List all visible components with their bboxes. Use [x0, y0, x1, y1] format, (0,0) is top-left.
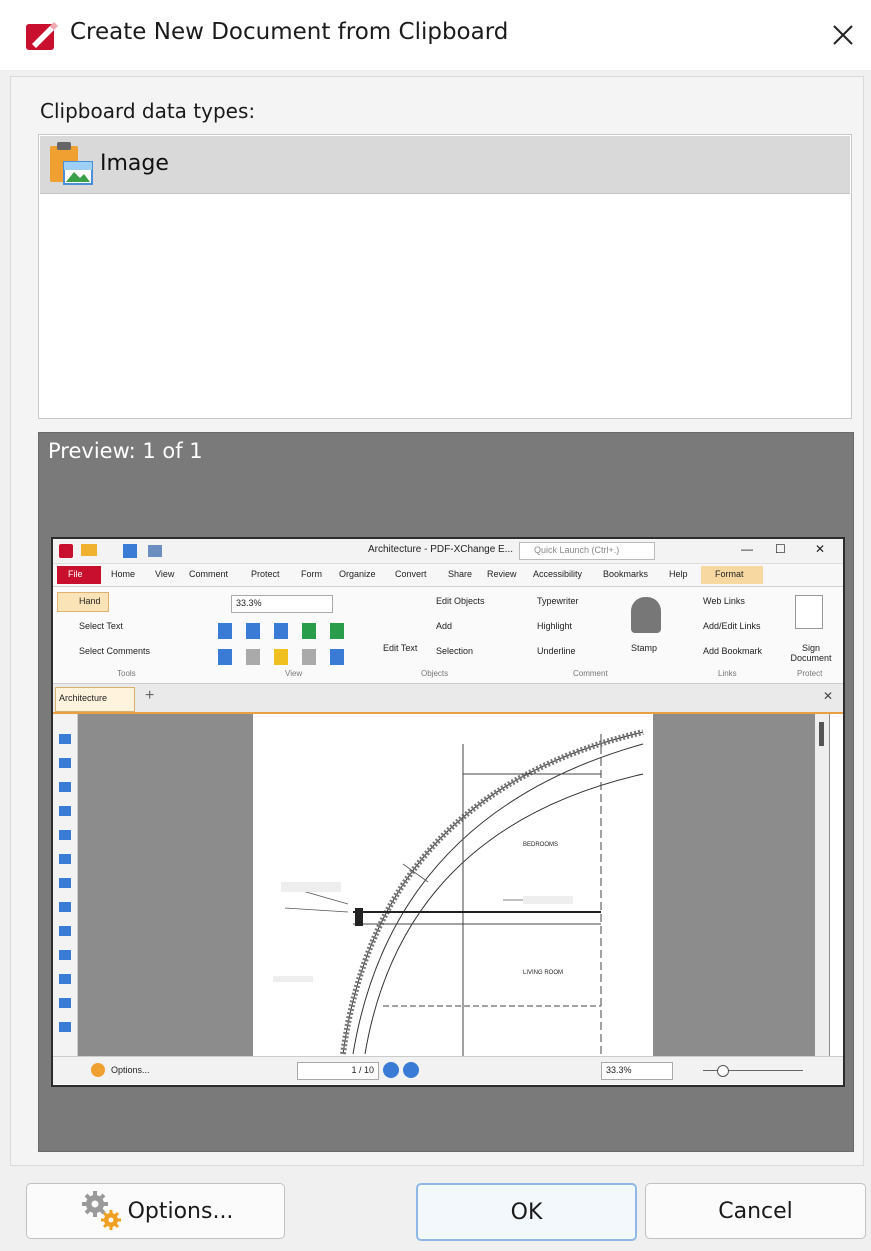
captured-status-bar: Options... 1 / 10 33.3%: [53, 1056, 843, 1084]
captured-highlight: Highlight: [537, 621, 573, 631]
captured-status-options: Options...: [111, 1065, 150, 1075]
captured-maximize-icon: ☐: [775, 542, 786, 556]
captured-zoom-box: 33.3%: [231, 595, 333, 613]
captured-tab-bookmarks: Bookmarks: [603, 569, 649, 579]
captured-app-title: Architecture - PDF-XChange E...: [368, 544, 514, 555]
captured-tab-file: File: [68, 569, 83, 579]
ok-button-label: OK: [510, 1199, 543, 1225]
captured-page: BEDROOMS LIVING ROOM: [253, 714, 653, 1056]
captured-group-objects: Objects: [421, 669, 449, 678]
captured-tab-home: Home: [111, 569, 136, 579]
captured-underline: Underline: [537, 646, 576, 656]
captured-left-icons: [59, 734, 71, 1034]
captured-tab-help: Help: [669, 569, 688, 579]
captured-app-icon: [59, 544, 73, 558]
captured-group-view: View: [285, 669, 303, 678]
window-title: Create New Document from Clipboard: [70, 19, 509, 45]
captured-label-bedrooms: BEDROOMS: [523, 842, 559, 848]
captured-stamp-icon: [631, 597, 661, 633]
captured-tab-protect: Protect: [251, 569, 280, 579]
captured-tool-select-text: Select Text: [79, 621, 123, 631]
captured-add: Add: [436, 621, 453, 631]
cancel-button[interactable]: Cancel: [645, 1183, 866, 1239]
captured-edit-objects: Edit Objects: [436, 596, 485, 606]
close-button[interactable]: [815, 10, 871, 60]
captured-close-icon: ✕: [815, 542, 826, 556]
captured-doc-tabs: Architecture + ✕: [53, 684, 843, 714]
captured-zoom-thumb: [717, 1065, 729, 1077]
captured-tab-accessibility: Accessibility: [533, 569, 583, 579]
captured-page-indicator: 1 / 10: [351, 1065, 374, 1075]
options-button-label: Options...: [127, 1198, 234, 1224]
captured-next-page-icon: [383, 1062, 399, 1078]
preview-label: Preview: 1 of 1: [48, 439, 203, 463]
captured-tab-organize: Organize: [339, 569, 376, 579]
captured-tab-convert: Convert: [395, 569, 427, 579]
captured-tab-share: Share: [448, 569, 473, 579]
captured-group-comment: Comment: [573, 669, 608, 678]
preview-panel: Preview: 1 of 1 Architecture - PDF-XChan…: [38, 432, 854, 1152]
captured-tool-hand: Hand: [79, 596, 101, 606]
captured-group-protect: Protect: [797, 669, 823, 678]
captured-titlebar: Architecture - PDF-XChange E... Quick La…: [53, 539, 843, 564]
captured-view-icons: [218, 623, 358, 639]
captured-selection: Selection: [436, 646, 474, 656]
captured-typewriter: Typewriter: [537, 596, 579, 606]
captured-folder-icon: [81, 544, 97, 556]
captured-sign-icon: [795, 595, 823, 629]
captured-tab-view: View: [155, 569, 175, 579]
captured-add-edit-links: Add/Edit Links: [703, 621, 761, 631]
clipboard-image-icon: [50, 142, 93, 185]
captured-group-links: Links: [718, 669, 737, 678]
captured-close-tab-icon: ✕: [823, 689, 834, 703]
captured-document-area: BEDROOMS LIVING ROOM: [78, 714, 830, 1056]
captured-save-icon: [123, 544, 137, 558]
captured-web-links: Web Links: [703, 596, 745, 606]
captured-tab-format: Format: [715, 569, 744, 579]
captured-stamp: Stamp: [631, 643, 658, 653]
list-item-label: Image: [100, 151, 169, 176]
captured-architecture-drawing: [273, 729, 644, 1056]
captured-options-icon: [91, 1063, 105, 1077]
captured-new-tab-icon: +: [145, 687, 155, 704]
captured-scrollbar: [815, 714, 829, 1056]
captured-doc-tab: Architecture: [59, 693, 108, 703]
gear-icon: [82, 1191, 121, 1230]
captured-add-bookmark: Add Bookmark: [703, 646, 763, 656]
options-button[interactable]: Options...: [26, 1183, 285, 1239]
close-icon: [833, 25, 853, 45]
preview-image: Architecture - PDF-XChange E... Quick La…: [51, 537, 845, 1087]
captured-sign-document: Sign Document: [790, 643, 832, 663]
captured-group-tools: Tools: [117, 669, 136, 678]
ok-button[interactable]: OK: [416, 1183, 637, 1241]
list-item-image[interactable]: Image: [40, 136, 850, 194]
captured-edit-text: Edit Text: [383, 643, 418, 653]
captured-status-zoom: 33.3%: [606, 1065, 632, 1075]
cancel-button-label: Cancel: [718, 1198, 793, 1224]
captured-page-box: 1 / 10: [297, 1062, 379, 1080]
captured-tab-form: Form: [301, 569, 322, 579]
captured-zoom-value: 33.3%: [236, 598, 262, 608]
clipboard-data-types-label: Clipboard data types:: [40, 99, 256, 123]
captured-ribbon-tabs: File Home View Comment Protect Form Orga…: [53, 564, 843, 587]
captured-left-toolbar: [53, 714, 78, 1056]
captured-ribbon: Hand Select Text Select Comments 33.3% E…: [53, 587, 843, 684]
pdf-xchange-app-icon: [26, 22, 58, 50]
captured-tab-comment: Comment: [189, 569, 229, 579]
clipboard-data-types-list[interactable]: Image: [38, 134, 852, 419]
captured-minimize-icon: —: [741, 542, 753, 556]
captured-tab-review: Review: [487, 569, 517, 579]
captured-tool-select-comments: Select Comments: [79, 646, 151, 656]
captured-last-page-icon: [403, 1062, 419, 1078]
title-bar: Create New Document from Clipboard: [0, 0, 871, 70]
captured-scrollbar-thumb: [819, 722, 824, 746]
captured-label-living-room: LIVING ROOM: [523, 970, 564, 976]
captured-status-zoom-box: 33.3%: [601, 1062, 673, 1080]
captured-quick-launch: Quick Launch (Ctrl+.): [519, 542, 655, 560]
captured-quick-launch-placeholder: Quick Launch (Ctrl+.): [534, 545, 620, 555]
captured-print-icon: [148, 545, 162, 557]
captured-view-icons-2: [218, 649, 358, 665]
